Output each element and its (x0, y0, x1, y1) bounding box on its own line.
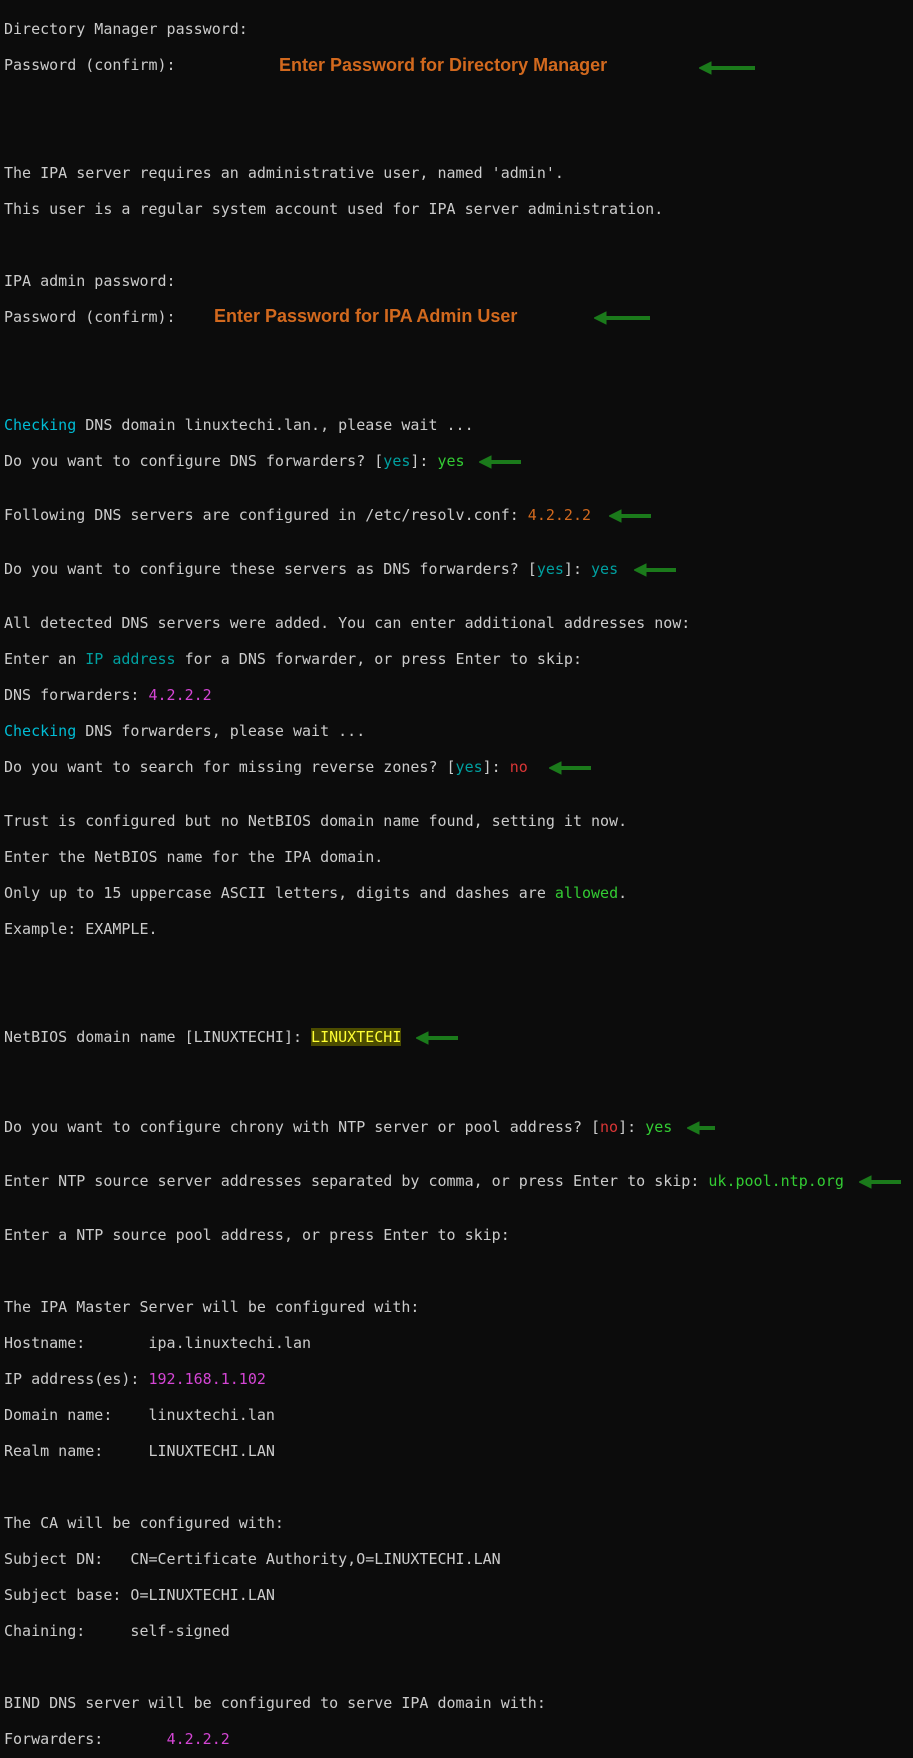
text: . (618, 884, 627, 902)
default-yes: yes (383, 452, 410, 470)
text: Subject base: O=LINUXTECHI.LAN (4, 1586, 275, 1604)
text: Hostname: ipa.linuxtechi.lan (4, 1334, 311, 1352)
text: Trust is configured but no NetBIOS domai… (4, 812, 627, 830)
dns-ip: 4.2.2.2 (528, 506, 591, 524)
arrow-icon (479, 455, 525, 469)
text: Example: EXAMPLE. (4, 920, 158, 938)
text: for a DNS forwarder, or press Enter to s… (176, 650, 582, 668)
text: IPA admin password: (4, 272, 176, 290)
text: ]: (618, 1118, 645, 1136)
arrow-icon (594, 311, 654, 325)
default-yes: yes (537, 560, 564, 578)
input-no: no (510, 758, 528, 776)
text: Do you want to configure these servers a… (4, 560, 537, 578)
text: Password (confirm): (4, 56, 176, 74)
arrow-icon (609, 509, 655, 523)
text: DNS domain linuxtechi.lan., please wait … (76, 416, 473, 434)
arrow-icon (634, 563, 680, 577)
arrow-icon (859, 1175, 905, 1189)
allowed-label: allowed (555, 884, 618, 902)
text: Do you want to configure DNS forwarders?… (4, 452, 383, 470)
text: Subject DN: CN=Certificate Authority,O=L… (4, 1550, 501, 1568)
text: The IPA Master Server will be configured… (4, 1298, 419, 1316)
arrow-icon (416, 1031, 462, 1045)
dns-forwarder-value: 4.2.2.2 (149, 686, 212, 704)
text: Password (confirm): (4, 308, 176, 326)
netbios-value: LINUXTECHI (311, 1028, 401, 1046)
text: All detected DNS servers were added. You… (4, 614, 690, 632)
input-yes: yes (591, 560, 618, 578)
text: Chaining: self-signed (4, 1622, 230, 1640)
terminal-output: Directory Manager password: Password (co… (0, 0, 913, 1758)
text: NetBIOS domain name [LINUXTECHI]: (4, 1028, 311, 1046)
text: Following DNS servers are configured in … (4, 506, 528, 524)
status-checking: Checking (4, 722, 76, 740)
text: DNS forwarders: (4, 686, 149, 704)
text: Domain name: linuxtechi.lan (4, 1406, 275, 1424)
annotation-ipa-admin: Enter Password for IPA Admin User (214, 306, 517, 328)
text: Enter an (4, 650, 85, 668)
input-yes: yes (437, 452, 464, 470)
text: The IPA server requires an administrativ… (4, 164, 564, 182)
text: Directory Manager password: (4, 20, 248, 38)
text: BIND DNS server will be configured to se… (4, 1694, 546, 1712)
text: ]: (410, 452, 437, 470)
ip-address-value: 192.168.1.102 (149, 1370, 266, 1388)
default-yes: yes (456, 758, 483, 776)
text: DNS forwarders, please wait ... (76, 722, 365, 740)
text: The CA will be configured with: (4, 1514, 284, 1532)
text: Realm name: LINUXTECHI.LAN (4, 1442, 275, 1460)
text: Enter a NTP source pool address, or pres… (4, 1226, 510, 1244)
text: Forwarders: (4, 1730, 167, 1748)
text: Enter NTP source server addresses separa… (4, 1172, 708, 1190)
text: This user is a regular system account us… (4, 200, 663, 218)
arrow-icon (687, 1121, 719, 1135)
text: Enter the NetBIOS name for the IPA domai… (4, 848, 383, 866)
text: Do you want to search for missing revers… (4, 758, 456, 776)
text: Do you want to configure chrony with NTP… (4, 1118, 600, 1136)
default-no: no (600, 1118, 618, 1136)
arrow-icon (549, 761, 595, 775)
text: ]: (483, 758, 510, 776)
text: ]: (564, 560, 591, 578)
status-checking: Checking (4, 416, 76, 434)
annotation-dir-mgr: Enter Password for Directory Manager (279, 55, 607, 77)
ntp-server-value: uk.pool.ntp.org (708, 1172, 843, 1190)
forwarder-value: 4.2.2.2 (167, 1730, 230, 1748)
text: IP address(es): (4, 1370, 149, 1388)
input-yes: yes (645, 1118, 672, 1136)
text: Only up to 15 uppercase ASCII letters, d… (4, 884, 555, 902)
arrow-icon (699, 61, 759, 75)
ip-address-label: IP address (85, 650, 175, 668)
